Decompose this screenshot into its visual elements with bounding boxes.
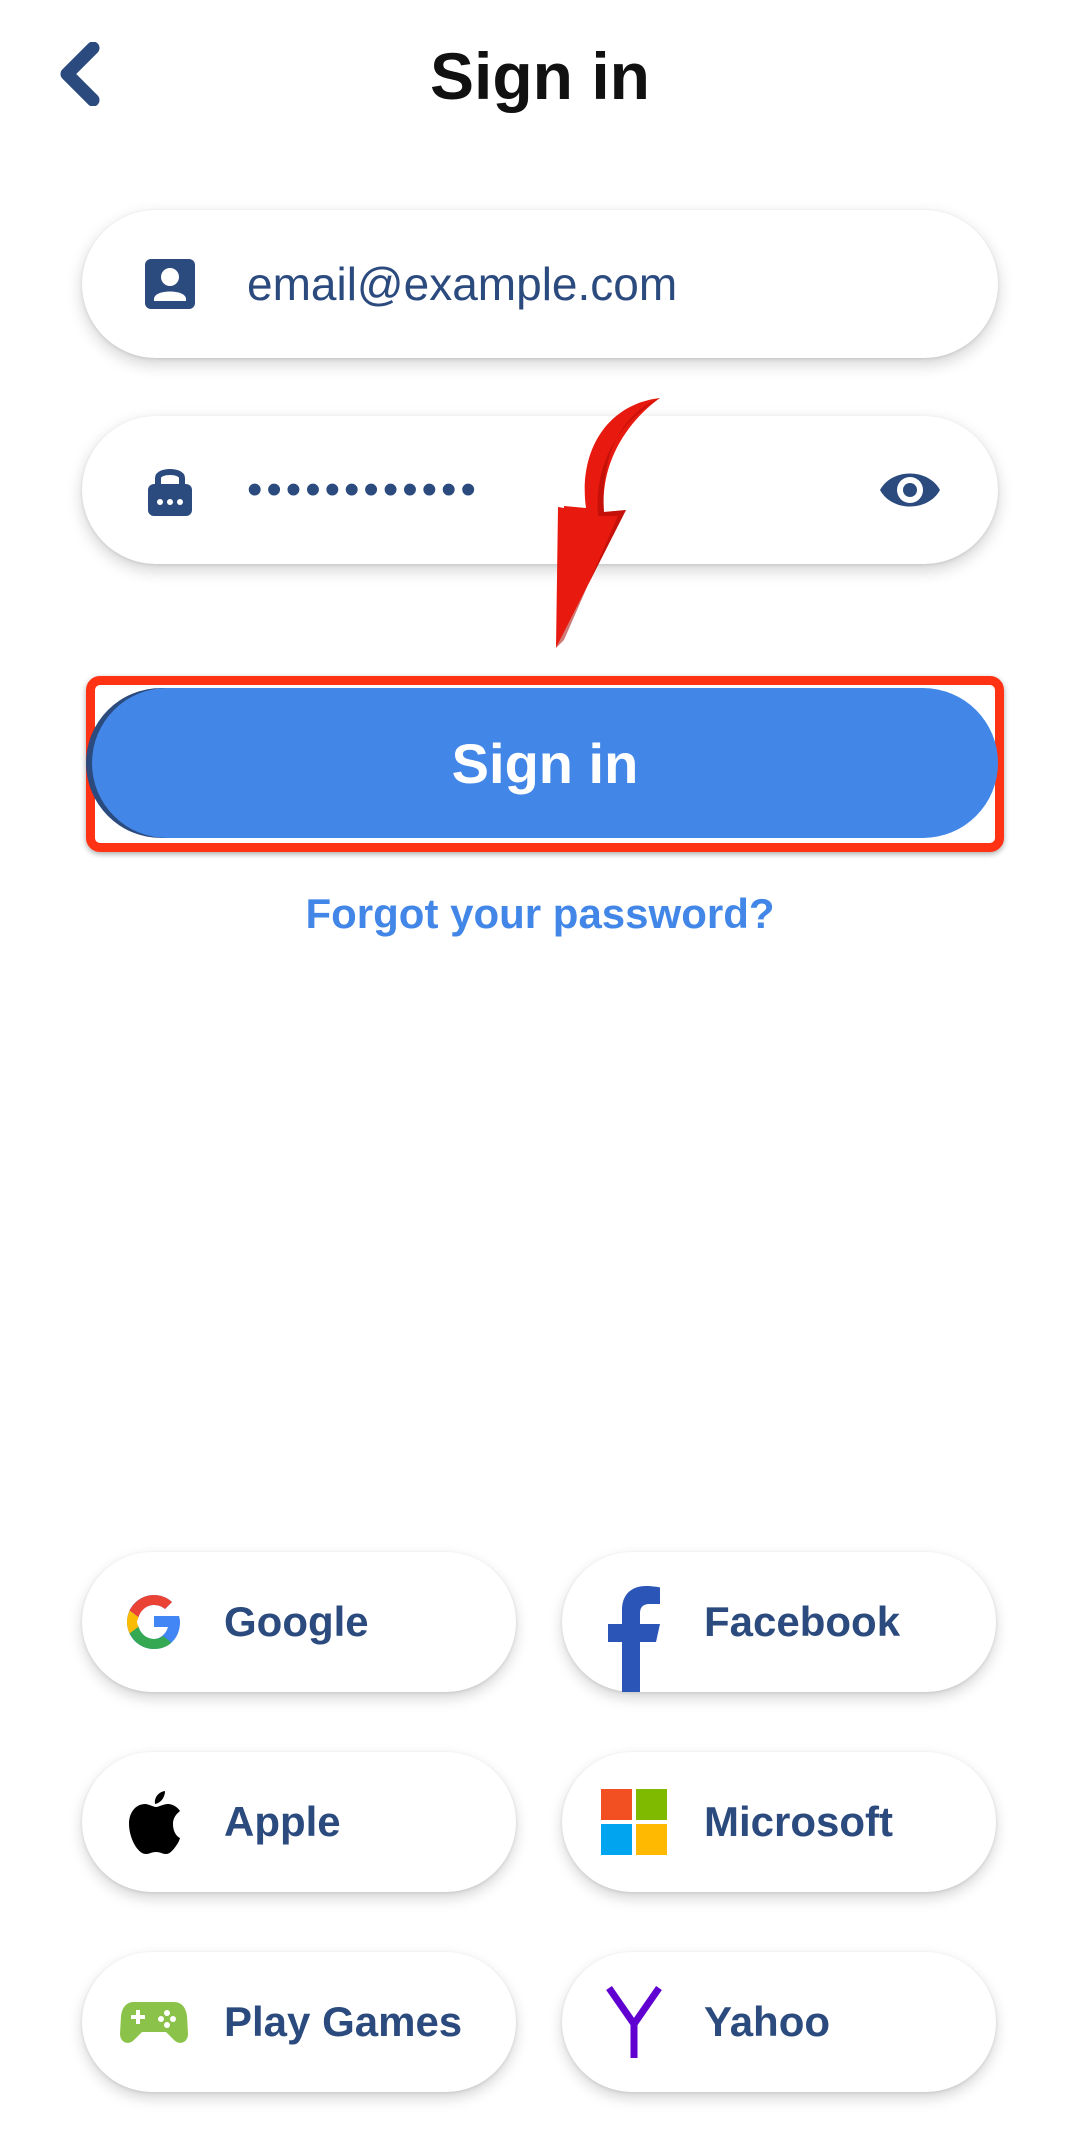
page-title: Sign in	[430, 39, 650, 113]
social-label: Microsoft	[704, 1798, 893, 1845]
play-games-sign-in-button[interactable]: Play Games	[82, 1952, 516, 2092]
email-input[interactable]	[247, 234, 887, 334]
sign-in-button[interactable]: Sign in	[92, 688, 998, 838]
social-label: Apple	[224, 1798, 341, 1845]
social-label: Facebook	[704, 1598, 901, 1645]
google-sign-in-button[interactable]: Google	[82, 1552, 516, 1692]
social-label: Yahoo	[704, 1998, 831, 2045]
forgot-password-link[interactable]: Forgot your password?	[0, 890, 1080, 938]
google-icon	[127, 1595, 180, 1649]
lock-icon	[148, 469, 192, 516]
facebook-sign-in-button[interactable]: Facebook	[562, 1552, 996, 1692]
header: Sign in	[0, 0, 1080, 160]
email-field[interactable]	[82, 210, 998, 358]
yahoo-icon	[606, 1986, 662, 2058]
facebook-icon	[608, 1586, 660, 1692]
apple-icon	[129, 1791, 180, 1854]
social-label: Play Games	[224, 1998, 463, 2045]
microsoft-sign-in-button[interactable]: Microsoft	[562, 1752, 996, 1892]
play-games-icon	[120, 2002, 188, 2043]
social-label: Google	[224, 1598, 369, 1645]
apple-sign-in-button[interactable]: Apple	[82, 1752, 516, 1892]
eye-icon	[880, 473, 940, 507]
show-password-button[interactable]	[878, 460, 942, 520]
yahoo-sign-in-button[interactable]: Yahoo	[562, 1952, 996, 2092]
contact-card-icon	[145, 259, 195, 309]
microsoft-icon	[601, 1789, 667, 1855]
arrow-annotation-icon	[556, 398, 660, 648]
